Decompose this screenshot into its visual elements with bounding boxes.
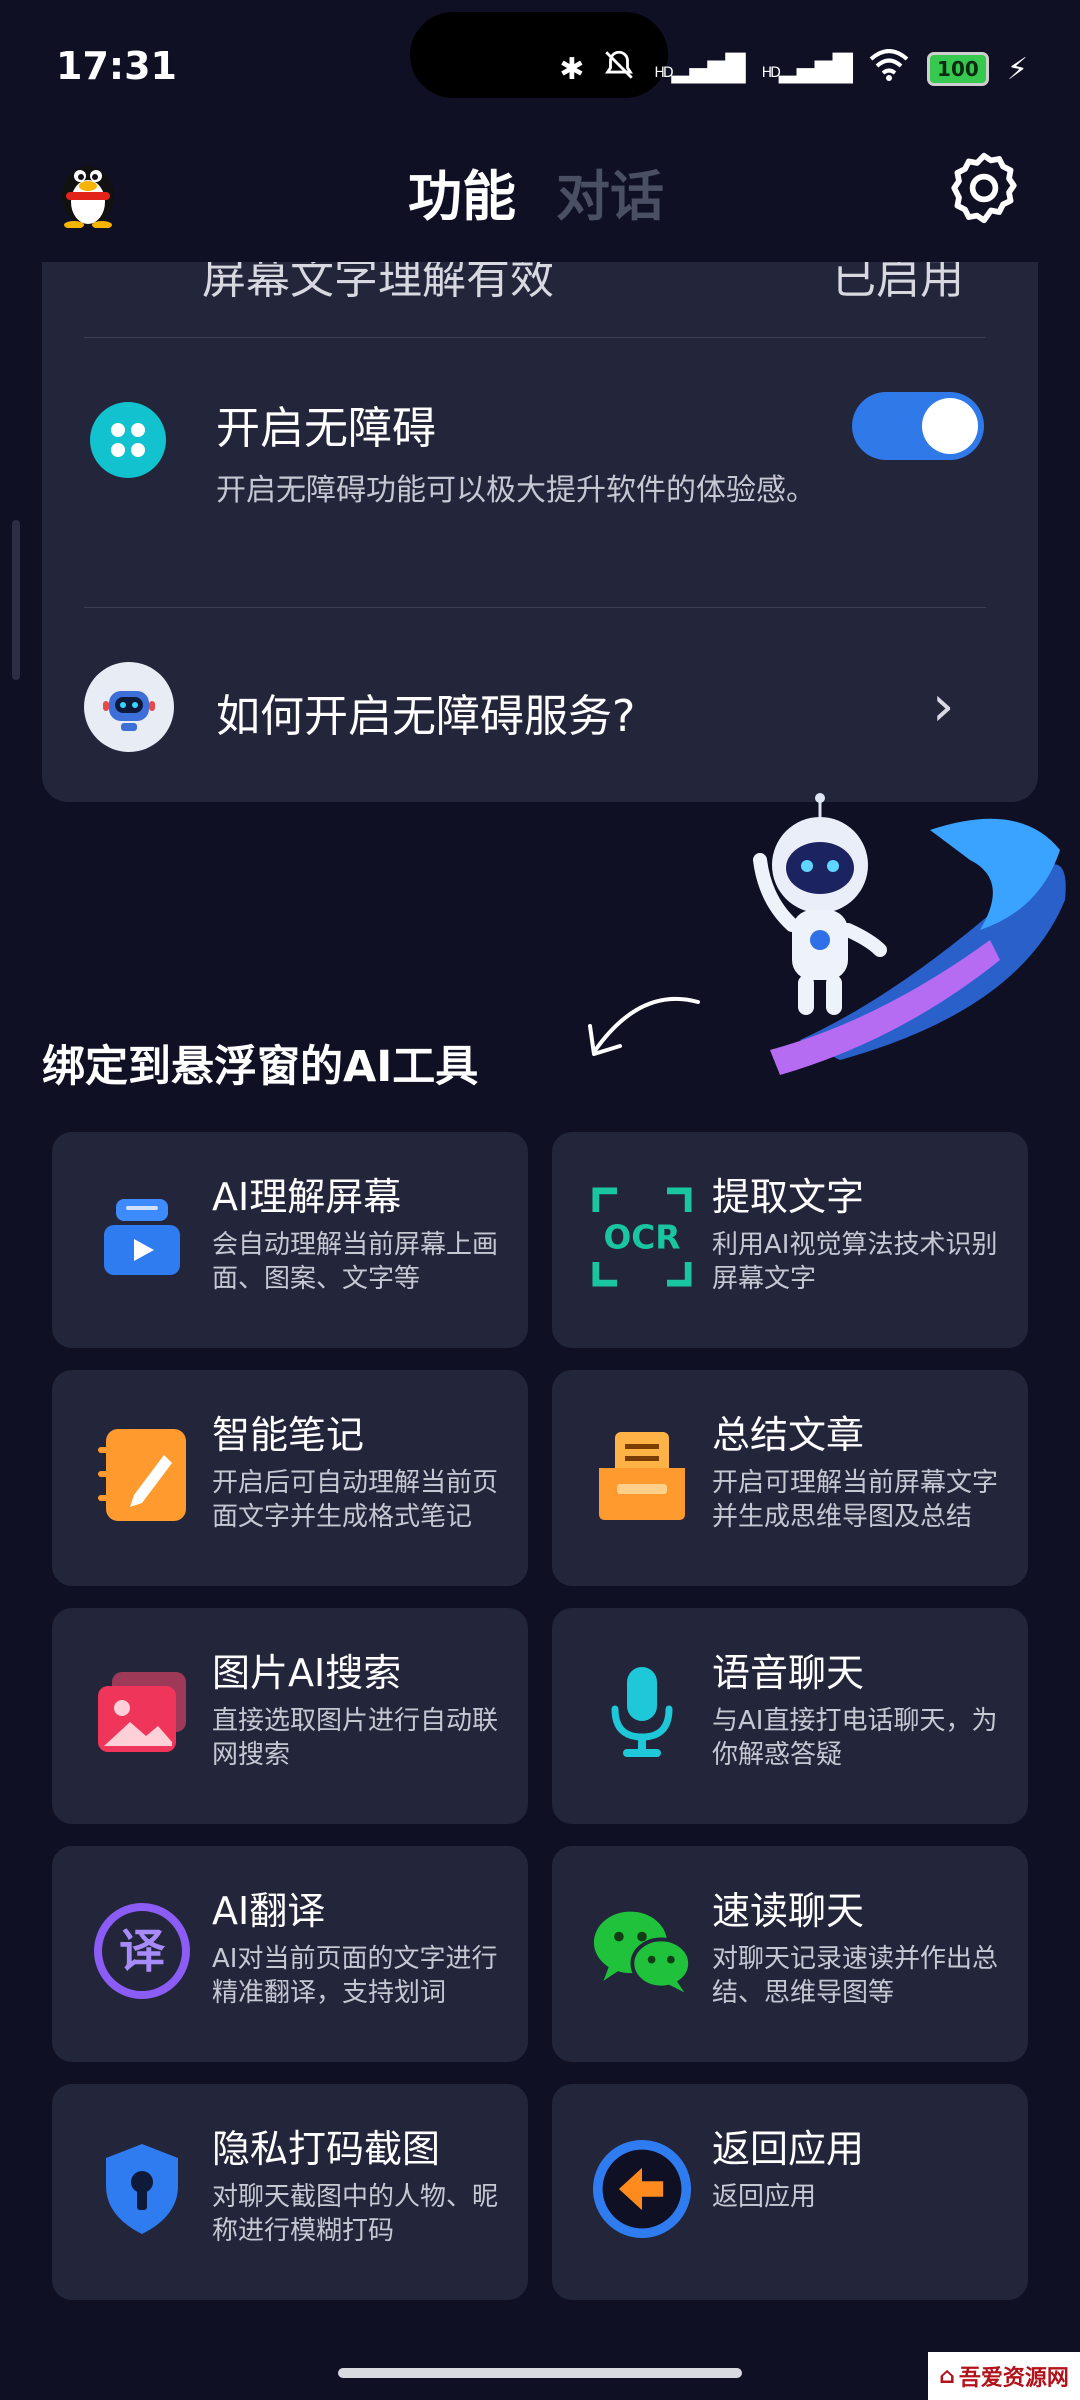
signal-2-icon: HD▂▄▆█ bbox=[761, 54, 853, 84]
watermark-text: 吾爱资源网 bbox=[958, 2366, 1069, 2391]
watermark-house-icon: ⌂ bbox=[939, 2363, 955, 2389]
tool-tile-voice-chat[interactable]: 语音聊天 与AI直接打电话聊天，为你解惑答疑 bbox=[552, 1608, 1028, 1824]
wifi-icon bbox=[869, 49, 909, 89]
accessibility-apps-icon bbox=[90, 402, 166, 478]
scroll-indicator bbox=[12, 520, 20, 680]
section-title: 绑定到悬浮窗的AI工具 bbox=[42, 1042, 479, 1092]
watermark-badge: ⌂ 吾爱资源网 bbox=[928, 2352, 1080, 2400]
screen-understand-icon bbox=[92, 1182, 192, 1292]
accessibility-help-link[interactable]: 如何开启无障碍服务? bbox=[216, 680, 635, 744]
svg-text:OCR: OCR bbox=[604, 1219, 681, 1257]
tool-tile-return-app[interactable]: 返回应用 返回应用 bbox=[552, 2084, 1028, 2300]
tool-tile-privacy-mosaic[interactable]: 隐私打码截图 对聊天截图中的人物、昵称进行模糊打码 bbox=[52, 2084, 528, 2300]
toggle-knob bbox=[922, 398, 978, 454]
tab-functions[interactable]: 功能 bbox=[408, 152, 516, 231]
translate-icon: 译 bbox=[92, 1896, 192, 2006]
tool-desc: 对聊天记录速读并作出总结、思维导图等 bbox=[712, 1944, 999, 2008]
summary-icon bbox=[592, 1420, 692, 1530]
tool-tile-summarize-article[interactable]: 总结文章 开启可理解当前屏幕文字并生成思维导图及总结 bbox=[552, 1370, 1028, 1586]
tool-title: 隐私打码截图 bbox=[212, 2127, 441, 2171]
tool-title: 提取文字 bbox=[712, 1175, 865, 1219]
tool-desc: 开启后可自动理解当前页面文字并生成格式笔记 bbox=[212, 1468, 499, 1532]
charging-icon: ⚡ bbox=[1006, 51, 1028, 87]
tool-title: AI理解屏幕 bbox=[212, 1175, 402, 1219]
ai-tools-grid: AI理解屏幕 会自动理解当前屏幕上画面、图案、文字等 OCR 提取文字 利用AI… bbox=[52, 1132, 1028, 2300]
tool-desc: 对聊天截图中的人物、昵称进行模糊打码 bbox=[212, 2182, 499, 2246]
tool-title: 返回应用 bbox=[712, 2127, 865, 2171]
tool-tile-image-ai-search[interactable]: 图片AI搜索 直接选取图片进行自动联网搜索 bbox=[52, 1608, 528, 1824]
divider bbox=[84, 337, 986, 338]
qq-penguin-icon[interactable] bbox=[52, 150, 124, 229]
robot-help-icon bbox=[84, 662, 174, 752]
notebook-icon bbox=[92, 1420, 192, 1530]
bluetooth-icon: ✱ bbox=[559, 51, 585, 87]
clipped-setting-label: 屏幕文字理解有效 bbox=[202, 262, 554, 304]
tool-tile-ai-translate[interactable]: 译 AI翻译 AI对当前页面的文字进行精准翻译，支持划词 bbox=[52, 1846, 528, 2062]
tool-tile-smart-notes[interactable]: 智能笔记 开启后可自动理解当前页面文字并生成格式笔记 bbox=[52, 1370, 528, 1586]
tool-tile-screen-understand[interactable]: AI理解屏幕 会自动理解当前屏幕上画面、图案、文字等 bbox=[52, 1132, 528, 1348]
curved-arrow-icon bbox=[580, 990, 710, 1070]
wechat-icon bbox=[592, 1896, 692, 2006]
back-arrow-icon bbox=[592, 2134, 692, 2244]
tool-title: AI翻译 bbox=[212, 1889, 326, 1933]
tool-title: 智能笔记 bbox=[212, 1413, 365, 1457]
image-search-icon bbox=[92, 1658, 192, 1768]
svg-text:译: 译 bbox=[119, 1924, 166, 1978]
tool-desc: 直接选取图片进行自动联网搜索 bbox=[212, 1706, 499, 1770]
accessibility-toggle[interactable] bbox=[852, 392, 984, 460]
tool-desc: 开启可理解当前屏幕文字并生成思维导图及总结 bbox=[712, 1468, 999, 1532]
battery-icon: 100 bbox=[926, 52, 989, 86]
settings-card: 屏幕文字理解有效 已启用 开启无障碍 开启无障碍功能可以极大提升软件的体验感。 … bbox=[42, 262, 1038, 802]
tab-chat[interactable]: 对话 bbox=[556, 152, 664, 231]
privacy-shield-icon bbox=[92, 2134, 192, 2244]
status-bar: 17:31 ✱ HD▂▄▆█ HD▂▄▆█ 100 ⚡ bbox=[0, 0, 1080, 140]
signal-1-icon: HD▂▄▆█ bbox=[654, 54, 745, 84]
divider bbox=[84, 607, 986, 608]
accessibility-title: 开启无障碍 bbox=[216, 403, 436, 454]
tool-title: 速读聊天 bbox=[712, 1889, 865, 1933]
status-icons: ✱ HD▂▄▆█ HD▂▄▆█ 100 ⚡ bbox=[559, 48, 1028, 90]
chevron-right-icon[interactable]: › bbox=[932, 674, 954, 739]
microphone-icon bbox=[592, 1658, 692, 1768]
tool-title: 总结文章 bbox=[712, 1413, 865, 1457]
tool-title: 图片AI搜索 bbox=[212, 1651, 402, 1695]
tool-desc: AI对当前页面的文字进行精准翻译，支持划词 bbox=[212, 1944, 498, 2008]
settings-gear-icon[interactable] bbox=[946, 150, 1022, 226]
tool-desc: 利用AI视觉算法技术识别屏幕文字 bbox=[712, 1230, 998, 1294]
tool-desc: 会自动理解当前屏幕上画面、图案、文字等 bbox=[212, 1230, 499, 1294]
tool-title: 语音聊天 bbox=[712, 1651, 865, 1695]
mute-bell-icon bbox=[602, 48, 636, 90]
tool-desc: 与AI直接打电话聊天，为你解惑答疑 bbox=[712, 1706, 998, 1770]
tool-desc: 返回应用 bbox=[712, 2182, 817, 2212]
ocr-icon: OCR bbox=[592, 1182, 692, 1292]
home-indicator[interactable] bbox=[338, 2368, 742, 2378]
accessibility-desc: 开启无障碍功能可以极大提升软件的体验感。 bbox=[216, 473, 816, 508]
robot-mascot-illustration bbox=[680, 790, 1080, 1080]
tool-tile-extract-text[interactable]: OCR 提取文字 利用AI视觉算法技术识别屏幕文字 bbox=[552, 1132, 1028, 1348]
tool-tile-speed-read-chat[interactable]: 速读聊天 对聊天记录速读并作出总结、思维导图等 bbox=[552, 1846, 1028, 2062]
status-time: 17:31 bbox=[56, 44, 177, 88]
clipped-setting-value: 已启用 bbox=[832, 262, 964, 304]
